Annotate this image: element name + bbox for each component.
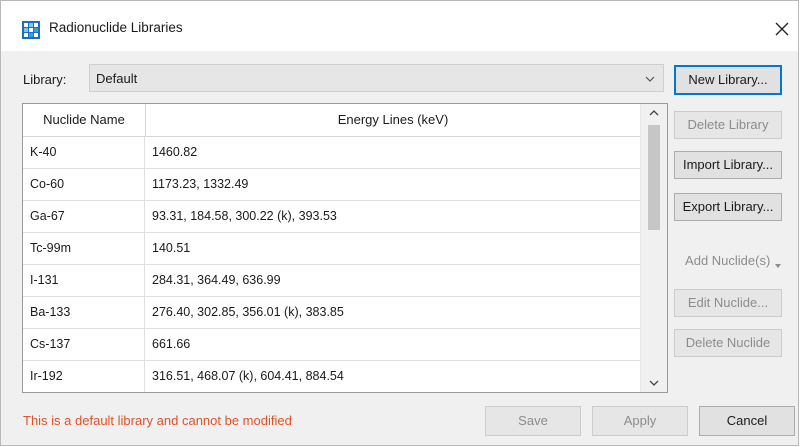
column-header-nuclide-name[interactable]: Nuclide Name: [23, 104, 146, 136]
dropdown-arrow-icon: [774, 264, 781, 268]
scroll-down-icon[interactable]: [641, 374, 667, 392]
export-library-button[interactable]: Export Library...: [674, 193, 782, 221]
dialog-body: Library: Default Nuclide Name Energy Lin…: [1, 51, 798, 445]
nuclide-name-cell: Ga-67: [23, 201, 145, 233]
nuclide-name-cell: K-40: [23, 137, 145, 169]
energy-lines-cell: 316.51, 468.07 (k), 604.41, 884.54: [152, 369, 344, 383]
nuclide-name-cell: I-131: [23, 265, 145, 297]
import-library-button[interactable]: Import Library...: [674, 151, 782, 179]
table-row[interactable]: Ba-133 276.40, 302.85, 356.01 (k), 383.8…: [23, 297, 640, 329]
add-nuclides-label: Add Nuclide(s): [685, 253, 771, 268]
delete-library-button[interactable]: Delete Library: [674, 111, 782, 139]
table-row[interactable]: Ga-67 93.31, 184.58, 300.22 (k), 393.53: [23, 201, 640, 233]
new-library-button[interactable]: New Library...: [674, 65, 782, 95]
apply-button[interactable]: Apply: [592, 406, 688, 436]
add-nuclides-button[interactable]: Add Nuclide(s): [674, 247, 792, 275]
scroll-up-icon[interactable]: [641, 104, 667, 122]
energy-lines-cell: 661.66: [152, 337, 191, 351]
energy-lines-cell: 140.51: [152, 241, 191, 255]
radionuclide-libraries-dialog: Radionuclide Libraries Library: Default …: [0, 0, 799, 446]
table-row[interactable]: Tc-99m 140.51: [23, 233, 640, 265]
radionuclide-app-icon: [22, 21, 40, 39]
table-header: Nuclide Name Energy Lines (keV): [23, 104, 640, 137]
nuclide-name-cell: Ir-192: [23, 361, 145, 392]
save-button[interactable]: Save: [485, 406, 581, 436]
energy-lines-cell: 284.31, 364.49, 636.99: [152, 273, 281, 287]
energy-lines-cell: 1173.23, 1332.49: [152, 177, 249, 191]
title-bar[interactable]: Radionuclide Libraries: [1, 1, 798, 51]
energy-lines-cell: 276.40, 302.85, 356.01 (k), 383.85: [152, 305, 344, 319]
table-row[interactable]: K-40 1460.82: [23, 137, 640, 169]
edit-nuclide-button[interactable]: Edit Nuclide...: [674, 289, 782, 317]
window-title: Radionuclide Libraries: [49, 20, 183, 35]
library-selected-value: Default: [96, 71, 138, 86]
table-row[interactable]: Co-60 1173.23, 1332.49: [23, 169, 640, 201]
vertical-scrollbar[interactable]: [640, 104, 667, 392]
nuclide-name-cell: Cs-137: [23, 329, 145, 361]
library-dropdown[interactable]: Default: [89, 64, 664, 92]
table-row[interactable]: Cs-137 661.66: [23, 329, 640, 361]
nuclide-name-cell: Co-60: [23, 169, 145, 201]
library-label: Library:: [23, 72, 67, 87]
read-only-warning: This is a default library and cannot be …: [23, 413, 292, 428]
delete-nuclide-button[interactable]: Delete Nuclide: [674, 329, 782, 357]
scrollbar-thumb[interactable]: [648, 125, 660, 230]
cancel-button[interactable]: Cancel: [699, 406, 795, 436]
close-icon[interactable]: [770, 17, 794, 41]
energy-lines-cell: 1460.82: [152, 145, 198, 159]
table-row[interactable]: I-131 284.31, 364.49, 636.99: [23, 265, 640, 297]
nuclide-table: Nuclide Name Energy Lines (keV) K-40 146…: [22, 103, 668, 393]
table-body: K-40 1460.82 Co-60 1173.23, 1332.49 Ga-6…: [23, 137, 640, 392]
table-row[interactable]: Ir-192 316.51, 468.07 (k), 604.41, 884.5…: [23, 361, 640, 392]
energy-lines-cell: 93.31, 184.58, 300.22 (k), 393.53: [152, 209, 337, 223]
nuclide-name-cell: Tc-99m: [23, 233, 145, 265]
column-header-energy-lines[interactable]: Energy Lines (keV): [146, 104, 640, 136]
nuclide-name-cell: Ba-133: [23, 297, 145, 329]
chevron-down-icon: [645, 76, 655, 82]
